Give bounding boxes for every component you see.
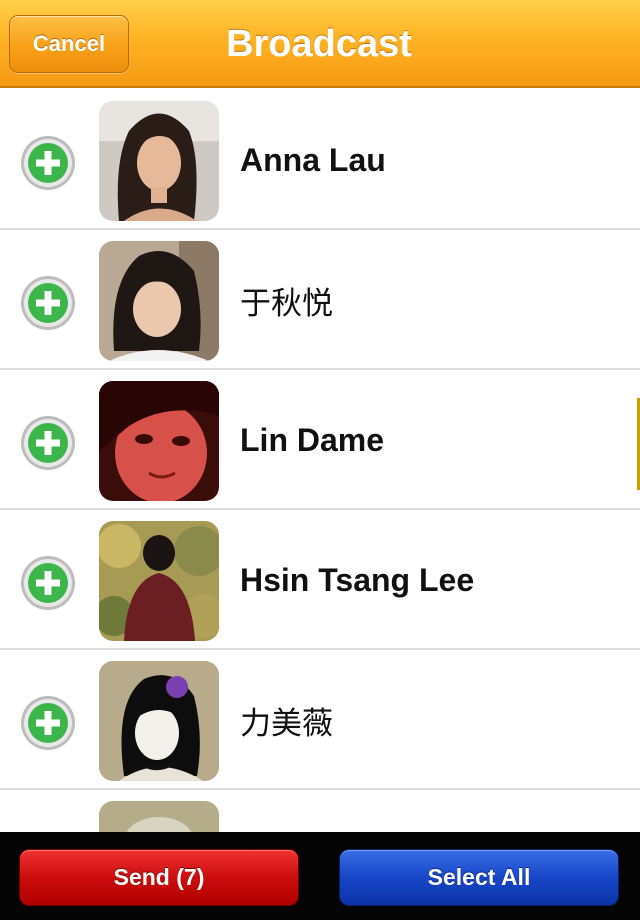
- avatar: [99, 661, 219, 781]
- page-title-text: Broadcast: [226, 22, 412, 65]
- navigation-bar: Cancel Broadcast: [0, 0, 640, 88]
- select-all-button[interactable]: Select All: [339, 849, 619, 906]
- contact-list[interactable]: Anna Lau 于秋悦 Lin Dame Hsin Tsang Lee 力美薇: [0, 90, 640, 832]
- contact-name: 于秋悦: [240, 285, 333, 322]
- list-item[interactable]: Hsin Tsang Lee: [0, 510, 640, 650]
- add-contact-icon[interactable]: [20, 415, 76, 471]
- list-item[interactable]: Anna Lau: [0, 90, 640, 230]
- list-item[interactable]: 力美薇: [0, 650, 640, 790]
- add-contact-icon[interactable]: [20, 275, 76, 331]
- contact-name: Lin Dame: [240, 421, 385, 458]
- bottom-toolbar: Send (7) Select All: [0, 832, 640, 920]
- cancel-button[interactable]: Cancel: [9, 15, 129, 73]
- avatar: [99, 101, 219, 221]
- avatar: [99, 241, 219, 361]
- list-item[interactable]: Lin Dame: [0, 370, 640, 510]
- avatar: [99, 381, 219, 501]
- add-contact-icon[interactable]: [20, 135, 76, 191]
- add-contact-icon[interactable]: [20, 695, 76, 751]
- avatar: [99, 801, 219, 832]
- contact-name: Hsin Tsang Lee: [240, 561, 475, 598]
- contact-name: Anna Lau: [240, 141, 386, 178]
- add-contact-icon[interactable]: [20, 555, 76, 611]
- list-item[interactable]: 于秋悦: [0, 230, 640, 370]
- contact-name: 力美薇: [240, 705, 333, 742]
- list-item[interactable]: [0, 790, 640, 832]
- avatar: [99, 521, 219, 641]
- send-button[interactable]: Send (7): [19, 849, 299, 906]
